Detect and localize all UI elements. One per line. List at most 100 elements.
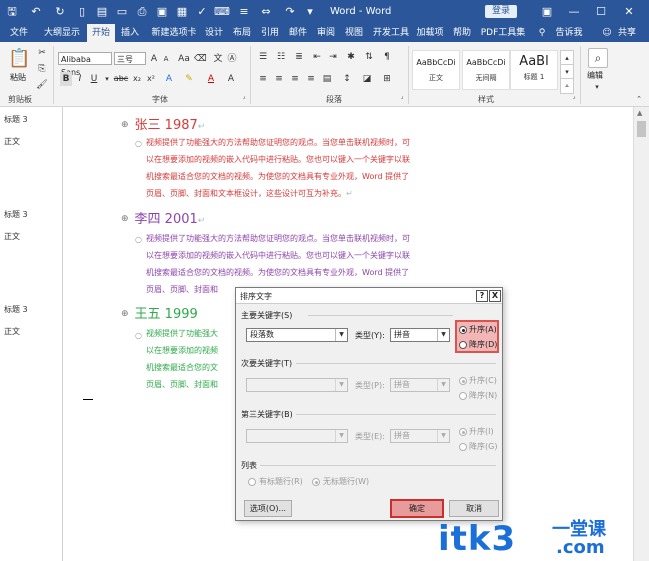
heading-lisi[interactable]: ⊕ 李四 2001↵ xyxy=(121,208,205,227)
underline-dropdown-icon[interactable]: ▾ xyxy=(102,72,112,86)
redo2-icon[interactable]: ↷ xyxy=(282,4,298,20)
paste-quick-icon[interactable]: ▤ xyxy=(94,4,110,20)
char-shading-icon[interactable]: A xyxy=(224,72,238,86)
third-ascending-radio[interactable] xyxy=(459,428,467,436)
styles-dialog-launcher-icon[interactable]: ⌟ xyxy=(570,90,578,104)
decrease-indent-icon[interactable]: ⇤ xyxy=(310,50,324,64)
has-header-radio[interactable] xyxy=(248,478,256,486)
customize-quick-access-icon[interactable]: ▾ xyxy=(302,4,318,20)
clear-format-icon[interactable]: ⌫ xyxy=(194,52,207,66)
primary-key-select[interactable]: 段落数 ▼ xyxy=(246,328,348,342)
bullets-icon[interactable]: ☰ xyxy=(256,50,270,64)
table-icon[interactable]: ▦ xyxy=(174,4,190,20)
style-normal[interactable]: AaBbCcDi 正文 xyxy=(412,50,460,90)
format-painter-quick-icon[interactable]: ⌨ xyxy=(214,4,230,20)
dialog-title-bar[interactable]: 排序文字 ? X xyxy=(236,288,502,304)
phonetic-icon[interactable]: 文 xyxy=(212,52,224,66)
primary-ascending-label[interactable]: 升序(A) xyxy=(469,324,497,335)
align-left-icon[interactable]: ≡ xyxy=(256,72,270,86)
tell-me[interactable]: 告诉我 xyxy=(552,24,586,42)
third-descending-label[interactable]: 降序(G) xyxy=(469,441,497,452)
subscript-icon[interactable]: x₂ xyxy=(131,72,143,86)
shrink-font-icon[interactable]: A xyxy=(160,52,172,66)
superscript-icon[interactable]: x² xyxy=(145,72,157,86)
save-icon[interactable]: 🖫 xyxy=(4,4,20,20)
secondary-ascending-label[interactable]: 升序(C) xyxy=(469,375,497,386)
tab-outline[interactable]: 大纲显示 xyxy=(40,24,84,42)
primary-descending-radio[interactable] xyxy=(459,341,467,349)
sort-icon[interactable]: ⇅ xyxy=(362,50,376,64)
third-descending-radio[interactable] xyxy=(459,443,467,451)
tab-design[interactable]: 设计 xyxy=(202,24,226,42)
undo-icon[interactable]: ↶ xyxy=(28,4,44,20)
spell-icon[interactable]: ✓ xyxy=(194,4,210,20)
paragraph-1[interactable]: 视频提供了功能强大的方法帮助您证明您的观点。当您单击联机视频时，可 以在想要添加的… xyxy=(146,134,466,202)
expand-icon[interactable]: ⊕ xyxy=(121,214,129,224)
redo-icon[interactable]: ↻ xyxy=(52,4,68,20)
secondary-descending-label[interactable]: 降序(N) xyxy=(469,390,497,401)
third-ascending-label[interactable]: 升序(I) xyxy=(469,426,494,437)
tab-references[interactable]: 引用 xyxy=(258,24,282,42)
text-effects-icon[interactable]: A xyxy=(162,72,176,86)
char-border-icon[interactable]: Ⓐ xyxy=(226,52,238,66)
heading-zhangsan[interactable]: ⊕ 张三 1987↵ xyxy=(121,114,205,133)
lightbulb-icon[interactable]: ⚲ xyxy=(536,24,548,42)
no-header-label[interactable]: 无标题行(W) xyxy=(323,476,369,487)
font-dialog-launcher-icon[interactable]: ⌟ xyxy=(240,90,248,104)
primary-descending-label[interactable]: 降序(D) xyxy=(469,339,497,350)
third-key-select[interactable]: ▼ xyxy=(246,429,348,443)
paragraph-dialog-launcher-icon[interactable]: ⌟ xyxy=(398,90,406,104)
justify-icon[interactable]: ≡ xyxy=(304,72,318,86)
third-type-select[interactable]: 拼音 ▼ xyxy=(390,429,450,443)
distributed-icon[interactable]: ▤ xyxy=(320,72,334,86)
user-icon[interactable]: ☺ xyxy=(601,24,613,42)
align-center-icon[interactable]: ≡ xyxy=(272,72,286,86)
scroll-up-icon[interactable]: ▲ xyxy=(637,109,642,117)
cut-icon[interactable]: ✂ xyxy=(36,46,48,60)
highlight-icon[interactable]: ✎ xyxy=(182,72,196,86)
show-marks-icon[interactable]: ¶ xyxy=(380,50,394,64)
secondary-type-select[interactable]: 拼音 ▼ xyxy=(390,378,450,392)
secondary-descending-radio[interactable] xyxy=(459,392,467,400)
help-button[interactable]: ? xyxy=(476,290,488,302)
tab-layout[interactable]: 布局 xyxy=(230,24,254,42)
secondary-key-select[interactable]: ▼ xyxy=(246,378,348,392)
tab-help[interactable]: 帮助 xyxy=(450,24,474,42)
borders-icon[interactable]: ⊞ xyxy=(380,72,394,86)
numbering-icon[interactable]: ☷ xyxy=(274,50,288,64)
change-case-icon[interactable]: Aa xyxy=(176,52,192,66)
paste-icon[interactable]: 📋 xyxy=(8,48,30,70)
tab-view[interactable]: 视图 xyxy=(342,24,366,42)
vertical-scrollbar[interactable]: ▲ xyxy=(633,107,649,561)
collapse-ribbon-icon[interactable]: ⌃ xyxy=(634,92,644,106)
style-heading-1[interactable]: AaBl 标题 1 xyxy=(510,50,558,90)
tab-developer[interactable]: 开发工具 xyxy=(372,24,410,42)
login-button[interactable]: 登录 xyxy=(485,5,517,18)
tab-home[interactable]: 开始 xyxy=(87,24,115,42)
print-icon[interactable]: ⎙ xyxy=(134,4,150,20)
ribbon-display-icon[interactable]: ▣ xyxy=(538,4,556,20)
font-size-select[interactable]: 三号 xyxy=(114,52,146,65)
no-header-radio[interactable] xyxy=(312,478,320,486)
has-header-label[interactable]: 有标题行(R) xyxy=(259,476,303,487)
heading-wangwu[interactable]: ⊕ 王五 1999 xyxy=(121,303,198,322)
spacing-icon[interactable]: ⇔ xyxy=(258,4,274,20)
open-icon[interactable]: ▭ xyxy=(114,4,130,20)
ok-button[interactable]: 确定 xyxy=(390,499,444,518)
maximize-icon[interactable]: ☐ xyxy=(592,4,610,20)
tab-file[interactable]: 文件 xyxy=(6,24,32,42)
line-spacing-icon[interactable]: ↕ xyxy=(340,72,354,86)
primary-type-select[interactable]: 拼音 ▼ xyxy=(390,328,450,342)
secondary-ascending-radio[interactable] xyxy=(459,377,467,385)
font-name-select[interactable]: Alibaba Sans xyxy=(58,52,112,77)
format-painter-icon[interactable]: 🖌 xyxy=(36,78,48,92)
tab-addins[interactable]: 加载项 xyxy=(415,24,445,42)
share-button[interactable]: 共享 xyxy=(614,24,640,42)
align-icon[interactable]: ≡ xyxy=(236,4,252,20)
primary-ascending-radio[interactable] xyxy=(459,326,467,334)
options-button[interactable]: 选项(O)... xyxy=(244,500,292,517)
grow-font-icon[interactable]: A xyxy=(148,52,160,66)
expand-icon[interactable]: ⊕ xyxy=(121,120,129,130)
find-search-icon[interactable]: ⌕ xyxy=(588,48,608,68)
scrollbar-thumb[interactable] xyxy=(637,121,646,137)
